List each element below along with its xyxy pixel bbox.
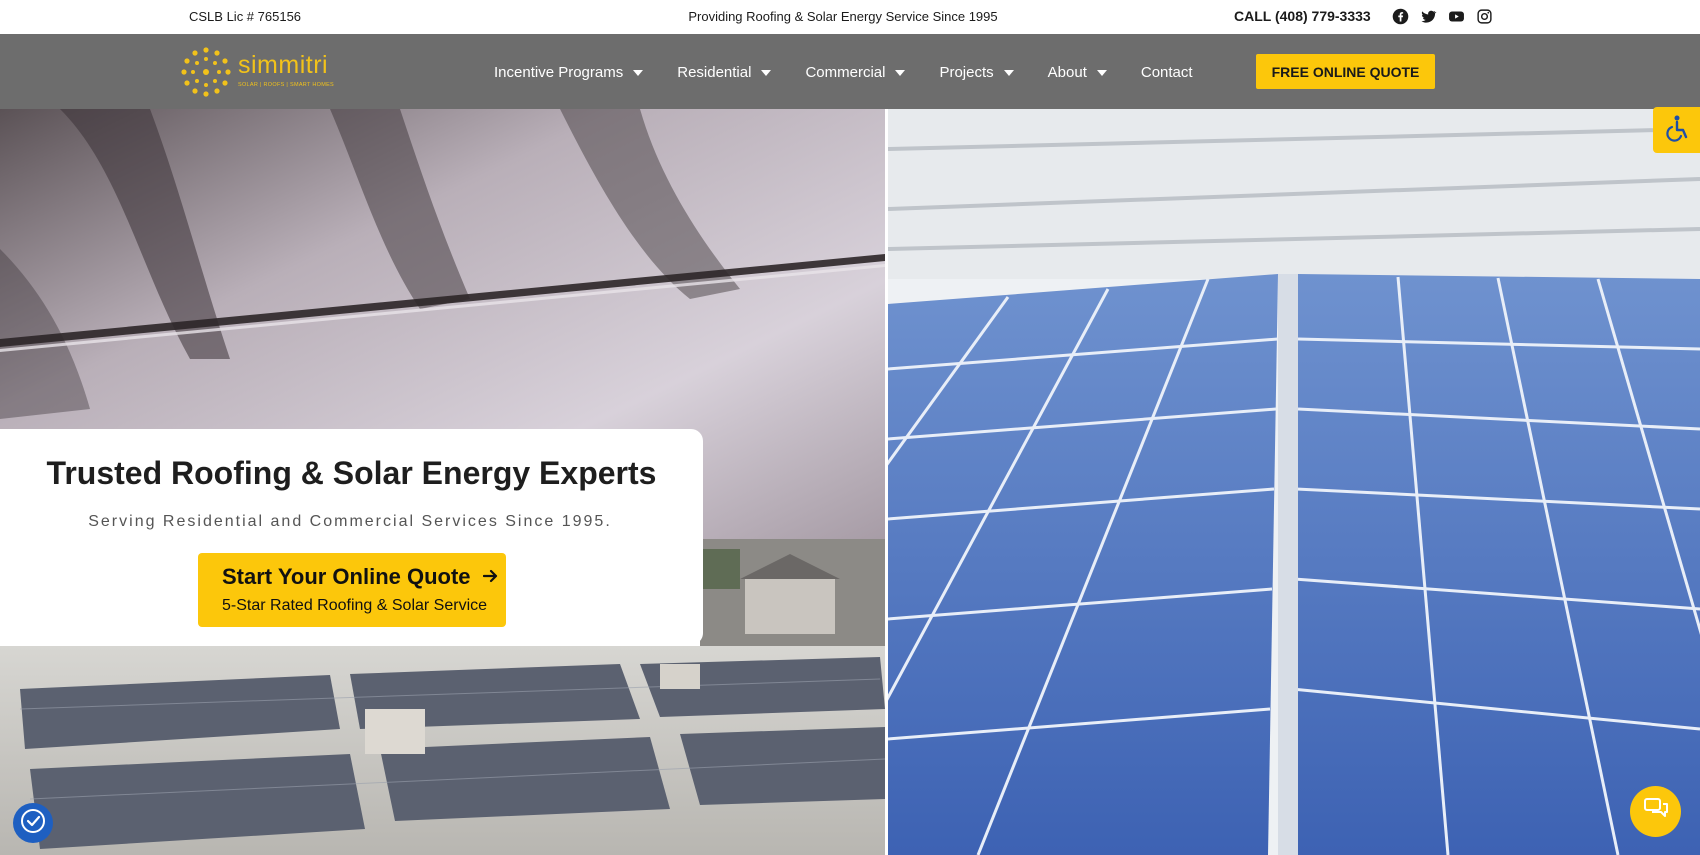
- nav-item-label: Residential: [677, 64, 752, 81]
- nav-item-commercial[interactable]: Commercial: [805, 64, 906, 81]
- chevron-down-icon: [633, 69, 644, 76]
- hero-right-image: [888, 109, 1700, 855]
- arrow-right-icon: [482, 567, 499, 588]
- chevron-down-icon: [1096, 69, 1107, 76]
- hero-card: Trusted Roofing & Solar Energy Experts S…: [0, 429, 703, 645]
- site-logo[interactable]: simmitri SOLAR | ROOFS | SMART HOMES: [180, 46, 334, 97]
- youtube-icon[interactable]: [1448, 8, 1465, 25]
- hero-section: Trusted Roofing & Solar Energy Experts S…: [0, 109, 1700, 855]
- chat-icon: [1643, 797, 1669, 826]
- facebook-icon[interactable]: [1392, 8, 1409, 25]
- nav-item-about[interactable]: About: [1048, 64, 1107, 81]
- chevron-down-icon: [761, 69, 772, 76]
- cta-sub-label: 5-Star Rated Roofing & Solar Service: [222, 597, 488, 614]
- sun-logo-icon: [181, 47, 231, 97]
- nav-item-incentive-programs[interactable]: Incentive Programs: [494, 64, 644, 81]
- main-navigation: simmitri SOLAR | ROOFS | SMART HOMES Inc…: [0, 34, 1700, 109]
- nav-menu: Incentive Programs Residential Commercia…: [494, 64, 1227, 81]
- chevron-down-icon: [1003, 69, 1014, 76]
- chat-button[interactable]: [1630, 786, 1681, 837]
- nav-item-projects[interactable]: Projects: [939, 64, 1014, 81]
- free-online-quote-button[interactable]: FREE ONLINE QUOTE: [1256, 54, 1435, 89]
- logo-wordmark: simmitri: [238, 51, 329, 79]
- cta-main-row: Start Your Online Quote: [222, 564, 499, 590]
- nav-item-label: Incentive Programs: [494, 64, 624, 81]
- hero-title: Trusted Roofing & Solar Energy Experts: [46, 455, 657, 491]
- nav-item-label: About: [1047, 64, 1087, 81]
- start-online-quote-button[interactable]: Start Your Online Quote 5-Star Rated Roo…: [198, 553, 506, 627]
- phone-link[interactable]: CALL (408) 779-3333: [1234, 8, 1371, 24]
- hero-subtitle: Serving Residential and Commercial Servi…: [88, 513, 612, 530]
- nav-item-contact[interactable]: Contact: [1141, 64, 1193, 81]
- nav-item-label: Contact: [1140, 64, 1193, 81]
- instagram-icon[interactable]: [1476, 8, 1493, 25]
- top-bar: CSLB Lic # 765156 Providing Roofing & So…: [0, 0, 1700, 34]
- cookie-settings-button[interactable]: [13, 803, 53, 843]
- social-links: [1392, 8, 1493, 25]
- chevron-down-icon: [895, 69, 906, 76]
- accessibility-icon: [1663, 114, 1691, 147]
- cookie-settings-icon: [20, 808, 46, 839]
- logo-subtitle: SOLAR | ROOFS | SMART HOMES: [238, 82, 335, 88]
- nav-item-residential[interactable]: Residential: [677, 64, 772, 81]
- nav-item-label: Projects: [939, 64, 994, 81]
- twitter-icon[interactable]: [1420, 8, 1437, 25]
- cta-main-label: Start Your Online Quote: [222, 564, 471, 589]
- accessibility-button[interactable]: [1653, 107, 1700, 153]
- nav-item-label: Commercial: [805, 64, 886, 81]
